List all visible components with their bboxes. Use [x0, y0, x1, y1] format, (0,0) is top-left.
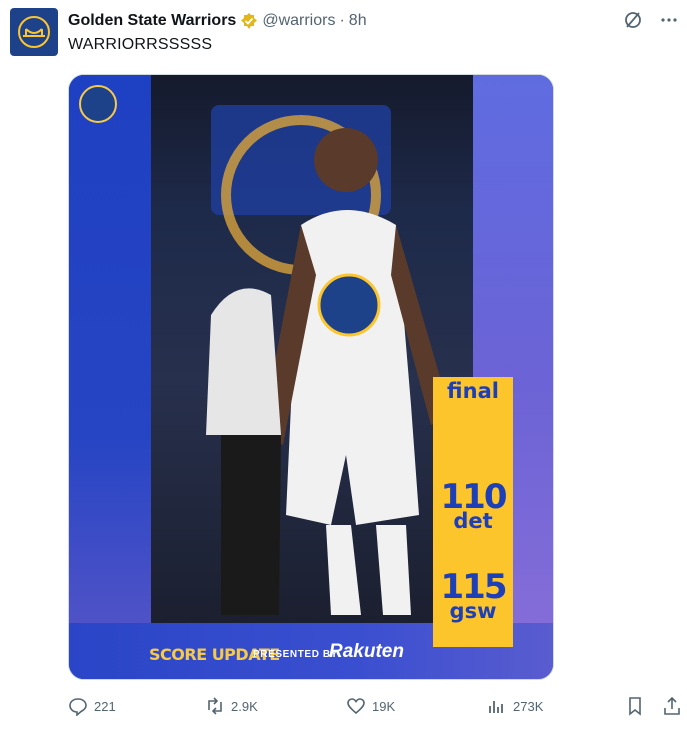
- home-team-score: 115 gsw: [433, 567, 513, 622]
- player-figure: [206, 128, 451, 615]
- warriors-logo-icon: [18, 16, 50, 48]
- bookmark-button[interactable]: [625, 696, 645, 716]
- repost-button[interactable]: 2.9K: [205, 696, 258, 716]
- reply-count: 221: [94, 698, 116, 714]
- like-button[interactable]: 19K: [346, 696, 395, 716]
- more-icon[interactable]: [659, 10, 679, 30]
- separator-dot: ·: [339, 12, 345, 29]
- player-photo: [151, 75, 473, 625]
- tweet-text: WARRIORRSSSSS: [68, 36, 213, 53]
- share-button[interactable]: [662, 696, 682, 716]
- team-logo-icon: [79, 85, 117, 123]
- top-actions: [623, 10, 679, 30]
- repost-count: 2.9K: [231, 698, 258, 714]
- bookmark-icon: [629, 697, 641, 716]
- views-icon: [489, 701, 503, 713]
- score-value: 110: [440, 477, 508, 517]
- sponsor-logo: Rakuten: [329, 641, 404, 662]
- share-icon: [664, 696, 680, 715]
- repost-icon: [208, 697, 222, 715]
- tweet-header: Golden State Warriors @warriors · 8h: [68, 10, 367, 32]
- reply-button[interactable]: 221: [68, 696, 116, 716]
- views-count: 273K: [513, 698, 544, 714]
- tweet-media[interactable]: final 110 det 115 gsw SCORE UPDATE PRESE…: [68, 74, 554, 680]
- score-value: 115: [440, 567, 508, 607]
- away-team-score: 110 det: [433, 477, 513, 532]
- timestamp[interactable]: 8h: [349, 12, 367, 30]
- score-panel: final 110 det 115 gsw: [433, 377, 513, 647]
- like-icon: [347, 698, 365, 715]
- author-display-name[interactable]: Golden State Warriors: [68, 12, 236, 30]
- grok-icon[interactable]: [623, 10, 643, 30]
- reply-icon: [69, 698, 87, 716]
- verified-badge-icon: [240, 12, 258, 30]
- presented-by-label: PRESENTED BY: [253, 649, 338, 660]
- left-panel: [69, 75, 151, 679]
- author-handle[interactable]: @warriors: [262, 12, 335, 30]
- views-button[interactable]: 273K: [487, 696, 543, 716]
- tweet-actions: 221 2.9K 19K 273K: [68, 696, 687, 720]
- final-label: final: [447, 379, 499, 403]
- author-avatar[interactable]: [10, 8, 58, 56]
- like-count: 19K: [372, 698, 396, 714]
